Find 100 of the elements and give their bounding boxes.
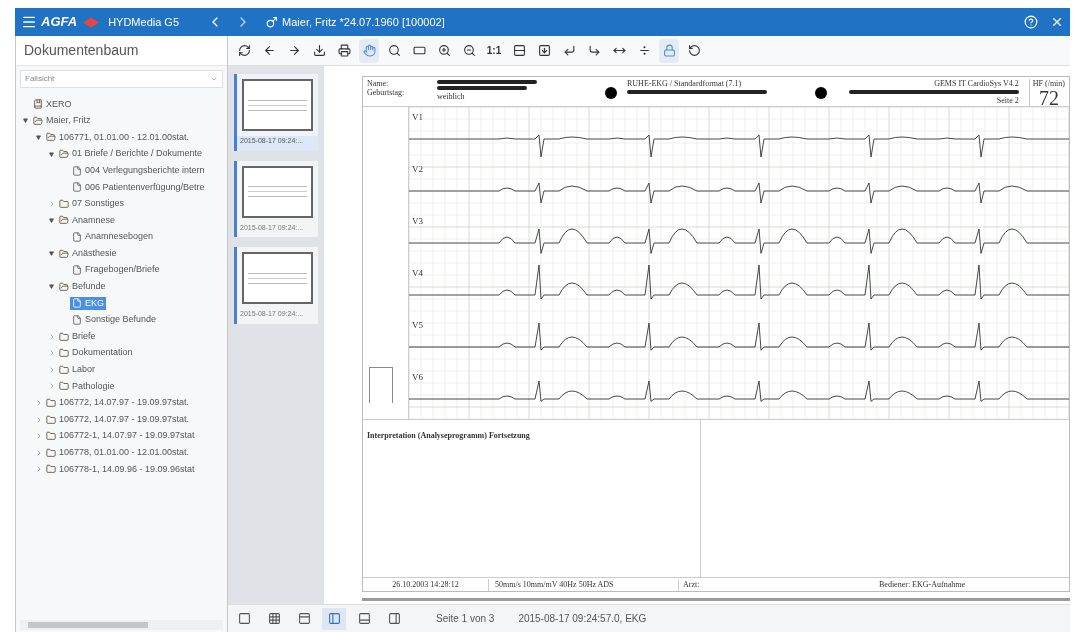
lock-icon [662,44,676,57]
tree-item[interactable]: Maier, Fritz [31,114,93,128]
format-text: RUHE-EKG / Standardformat (7.1) [627,79,743,88]
tree-item[interactable]: 006 Patientenverfügung/Betre [70,180,207,194]
expanded-caret-icon[interactable] [49,217,54,223]
field-label: Geburtstag: [367,88,406,97]
fit-page-icon [537,44,551,57]
tree-item[interactable]: Befunde [57,280,108,294]
open-folder-icon [33,115,43,126]
expanded-caret-icon[interactable] [49,151,54,157]
page-preview [242,79,313,131]
expanded-caret-icon[interactable] [36,135,41,140]
panel-top-icon [297,612,311,625]
tree-item[interactable]: Anamnese [57,213,118,228]
tree-item[interactable]: 106778-1, 14.09.96 - 19.09.96stat [44,462,197,477]
zoom-out-icon [462,44,476,57]
hand-icon [362,44,376,57]
open-folder-icon [59,149,69,160]
tree-item[interactable]: 01 Briefe / Berichte / Dokumente [57,147,205,161]
tree-item[interactable]: 07 Sonstiges [57,197,127,211]
folder-icon [59,381,69,392]
document-icon [72,265,82,276]
software-text: GEMS IT CardioSys V4.2 [934,79,1019,88]
horizontal-scrollbar[interactable] [362,598,1070,601]
download-icon [312,44,326,57]
app-title: HYDMedia G5 [108,14,180,30]
tree-item[interactable]: Anästhesie [57,246,119,261]
heart-rate-value: 72 [1038,88,1059,108]
fit-height-icon [512,44,526,57]
refresh-icon [237,44,251,57]
lead-label: V6 [412,373,423,382]
folder-icon [46,414,56,425]
document-info: 2015-08-17 09:24:57.0, EKG [518,612,647,626]
document-icon [72,165,82,176]
close-icon[interactable] [1050,15,1064,29]
tree-item[interactable]: Pathologie [57,379,117,394]
expanded-caret-icon[interactable] [49,284,54,290]
panel-left-icon [327,612,341,625]
tree-item[interactable]: Labor [57,363,98,377]
arrow-right-icon [287,44,301,57]
arrow-left-icon [262,44,276,57]
tree-item[interactable]: Fragebogen/Briefe [70,263,162,277]
split-horizontal-icon [637,44,651,57]
calibration-pulse [369,367,393,403]
open-folder-icon [59,248,69,259]
menu-icon[interactable] [21,14,37,30]
magnifier-icon [387,44,401,57]
actual-size-button[interactable]: 1:1 [484,38,504,63]
interpretation-heading: Interpretation (Analyseprogramm) Fortsetzung [367,431,530,440]
tree-item[interactable]: 106772, 14.07.97 - 19.09.97stat. [44,412,192,427]
tree-item[interactable]: 106771, 01.01.00 - 12.01.00stat. [44,130,192,145]
heart-rate-label: HF (/min) [1032,79,1065,88]
zoom-in-icon [437,44,451,57]
field-label: Name: [367,79,390,88]
folder-icon [46,447,56,458]
document-icon [72,315,82,325]
document-icon [72,232,82,243]
folder-icon [59,348,69,359]
tree-item[interactable]: Dokumentation [57,346,135,360]
help-icon[interactable] [1024,15,1038,29]
single-view-icon [237,612,251,625]
expanded-caret-icon[interactable] [49,251,54,257]
hand-button[interactable] [359,38,379,63]
dropdown-caret-icon [210,75,218,83]
tree-item[interactable]: Anamnesebogen [70,230,156,244]
tree-item[interactable]: XERO [31,97,74,112]
left-view-button[interactable] [322,607,346,630]
lead-label: V4 [412,269,423,278]
document-icon [72,298,82,309]
expanded-caret-icon[interactable] [23,118,28,124]
lock-button[interactable] [659,38,679,63]
tree-item[interactable]: 106772, 14.07.97 - 19.09.97stat. [44,396,192,410]
operator-text: Bediener: EKG-Aufnahme [879,578,965,591]
folder-icon [59,331,69,342]
open-folder-icon [46,132,56,143]
logo-icon [82,16,101,28]
lead-label: V2 [412,165,423,174]
scrollbar-track[interactable] [20,620,223,630]
lead-label: V1 [412,113,423,122]
page-text: Seite 2 [996,96,1019,105]
page-preview [242,252,313,304]
reset-icon [687,44,701,57]
tree-item[interactable]: Sonstige Befunde [70,313,159,327]
record-icon [33,99,43,110]
print-icon [337,44,351,57]
tree-item[interactable]: 106778, 01.01.00 - 12.01.00stat. [44,446,192,460]
document-icon [72,182,82,193]
tree-item[interactable]: 004 Verlegungsberichte intern [70,163,207,178]
panel-bottom-icon [357,612,371,625]
logo-text: AGFA [41,13,78,32]
panel-title: Dokumentenbaum [24,41,139,60]
page-preview [242,165,313,218]
lead-label: V5 [412,321,423,330]
page-counter: Seite 1 von 3 [436,612,495,626]
folder-icon [46,431,56,442]
tree-item[interactable]: 106772-1, 14.07.97 - 19.09.97stat [44,429,197,443]
view-select[interactable]: Fallsicht [20,70,223,88]
tree-item[interactable]: Briefe [57,329,98,344]
folder-icon [59,198,69,209]
scrollbar-thumb[interactable] [28,622,148,628]
